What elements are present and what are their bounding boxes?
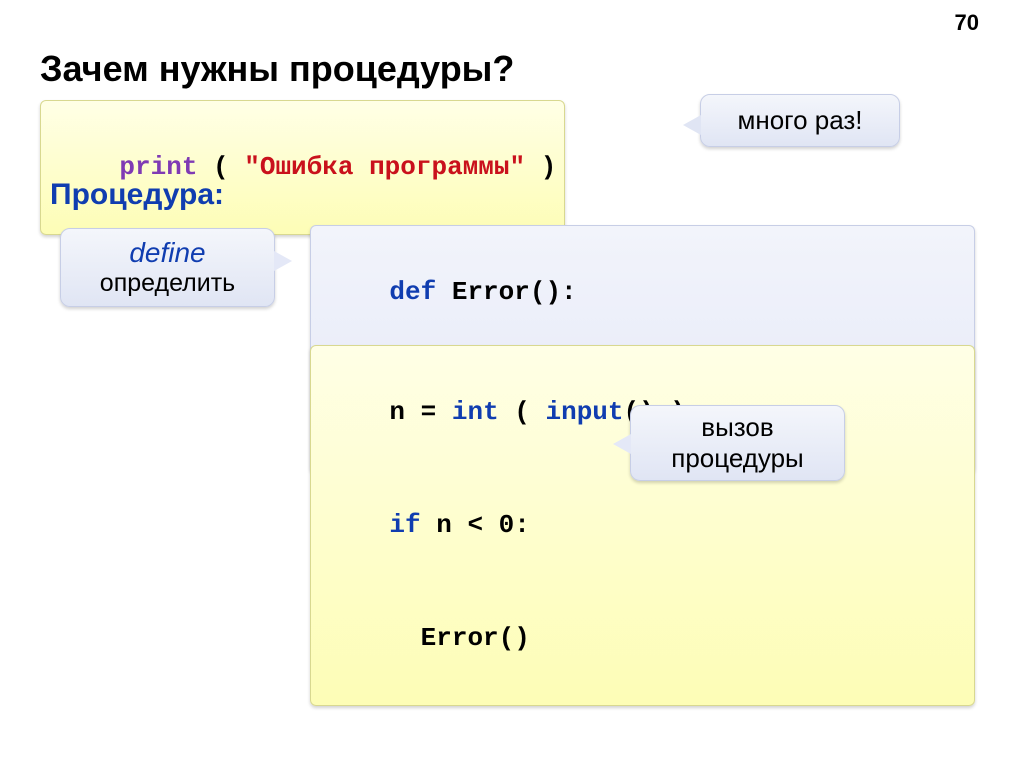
- callout-line2: определить: [71, 269, 264, 298]
- kw-def: def: [389, 277, 436, 307]
- callout-line1: define: [71, 237, 264, 269]
- var-n: n: [389, 397, 420, 427]
- kw-input: input: [545, 397, 623, 427]
- kw-if: if: [389, 510, 420, 540]
- callout-many-times: много раз!: [700, 94, 900, 147]
- indent: [389, 623, 420, 653]
- call-error: Error: [421, 623, 499, 653]
- paren: (: [499, 397, 546, 427]
- code-block-usage: n = int ( input() ) if n < 0: Error(): [310, 345, 975, 706]
- callout-define: define определить: [60, 228, 275, 307]
- paren: (): [499, 623, 530, 653]
- kw-int: int: [452, 397, 499, 427]
- callout-text: много раз!: [737, 105, 862, 135]
- string-lit: "Ошибка программы": [244, 152, 525, 182]
- paren: ): [525, 152, 556, 182]
- callout-line2: процедуры: [641, 443, 834, 474]
- code-block-print: print ( "Ошибка программы" ): [40, 100, 565, 235]
- callout-line1: вызов: [641, 412, 834, 443]
- cond: n < 0:: [421, 510, 530, 540]
- slide-title: Зачем нужны процедуры?: [40, 48, 514, 90]
- page-number: 70: [955, 10, 979, 36]
- fn-name: Error():: [436, 277, 576, 307]
- op-eq: =: [421, 397, 452, 427]
- callout-call-procedure: вызов процедуры: [630, 405, 845, 481]
- label-procedure: Процедура:: [50, 178, 224, 212]
